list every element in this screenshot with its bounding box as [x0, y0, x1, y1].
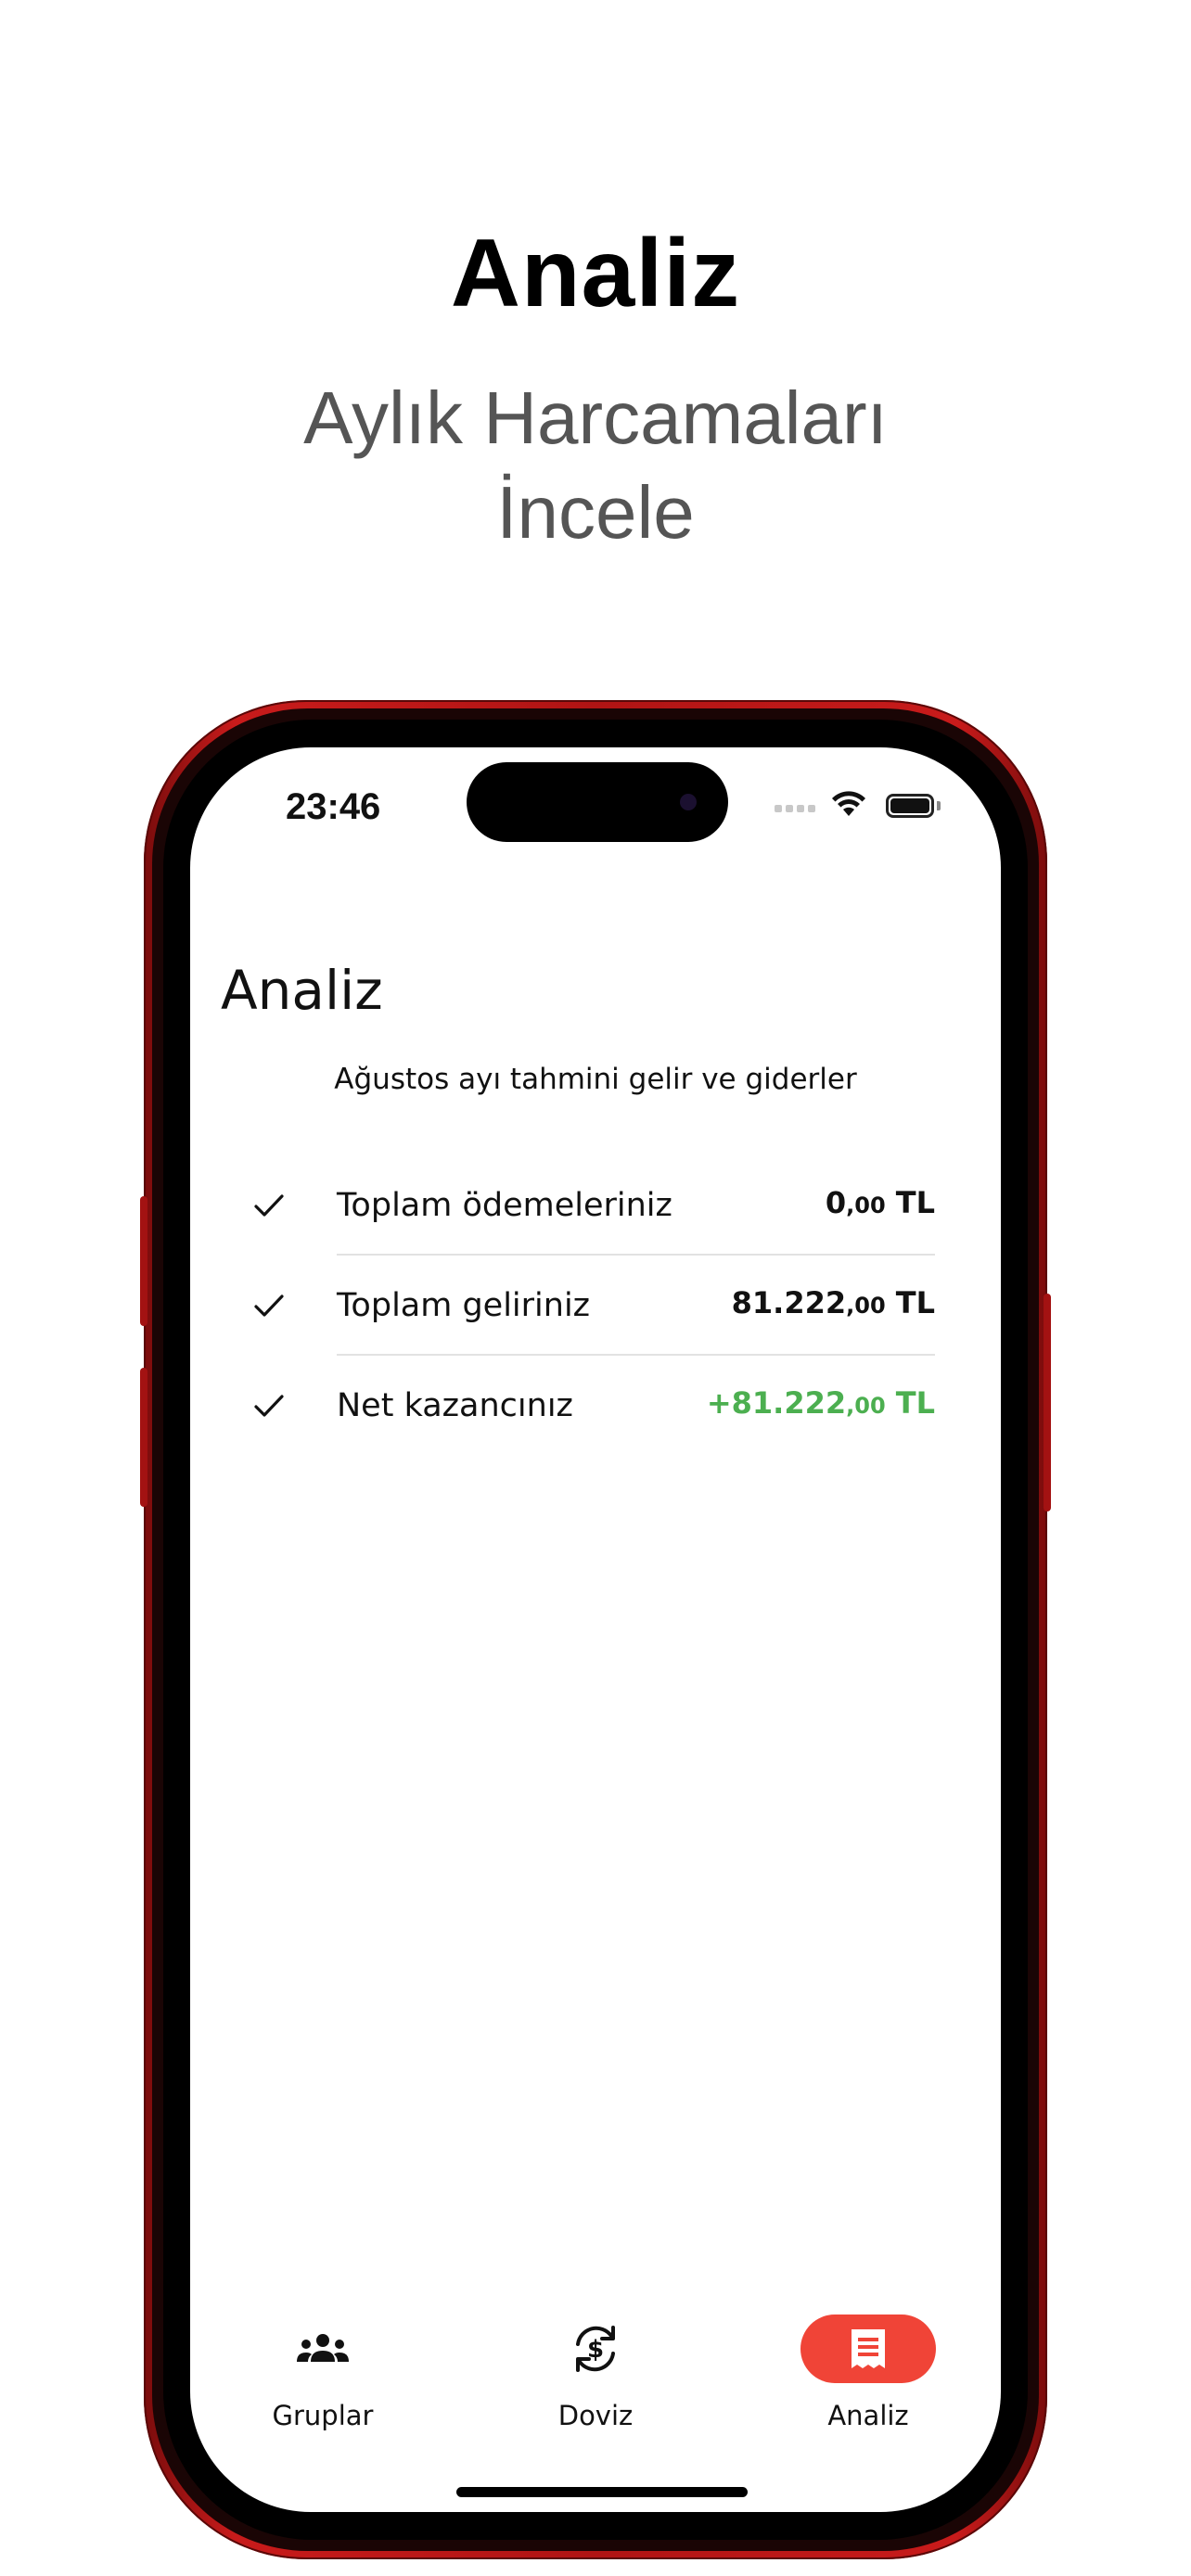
receipt-icon — [852, 2329, 885, 2368]
wifi-icon — [832, 791, 865, 816]
page-subtitle: Ağustos ayı tahmini gelir ve giderler — [334, 1063, 857, 1096]
row-amount: 0,00 TL — [825, 1185, 935, 1220]
hero-subtitle-line1: Aylık Harcamaları — [303, 376, 888, 459]
row-amount: 81.222,00 TL — [731, 1285, 935, 1320]
hero-subtitle-line2: İncele — [496, 471, 695, 554]
camera-icon — [680, 794, 697, 810]
tab-analiz[interactable]: Analiz — [775, 2315, 961, 2444]
hero-title: Analiz — [450, 220, 741, 327]
checkmark-icon — [254, 1395, 284, 1417]
phone-screen: 23:46 Analiz Ağustos ayı tahmini gelir v… — [190, 747, 1001, 2512]
tab-icon-container — [800, 2315, 936, 2383]
marketing-page: Analiz Aylık Harcamaları İncele 23:46 An… — [0, 0, 1191, 2576]
row-amount: +81.222,00 TL — [706, 1385, 935, 1421]
row-label: Net kazancınız — [337, 1387, 573, 1424]
hero-subtitle: Aylık Harcamaları İncele — [0, 371, 1191, 560]
battery-icon — [886, 794, 934, 818]
battery-tip — [937, 801, 941, 810]
page-title: Analiz — [221, 959, 383, 1022]
checkmark-icon — [254, 1294, 284, 1317]
tab-label: Gruplar — [272, 2400, 374, 2431]
row-label: Toplam geliriniz — [337, 1287, 591, 1324]
status-time: 23:46 — [286, 786, 381, 827]
tab-label: Doviz — [557, 2400, 634, 2431]
volume-button — [140, 1368, 147, 1507]
power-button — [1044, 1294, 1051, 1511]
cellular-signal-icon — [775, 805, 815, 812]
list-item: Toplam geliriniz 81.222,00 TL — [190, 1256, 1001, 1356]
tab-icon-container — [255, 2315, 391, 2383]
tab-doviz[interactable]: $ Doviz — [503, 2315, 688, 2444]
list-item: Toplam ödemeleriniz 0,00 TL — [190, 1155, 1001, 1256]
tab-icon-container: $ — [528, 2315, 663, 2383]
tab-gruplar[interactable]: Gruplar — [230, 2315, 416, 2444]
checkmark-icon — [254, 1194, 284, 1217]
action-button — [140, 1196, 147, 1326]
currency-exchange-icon: $ — [576, 2326, 615, 2372]
row-label: Toplam ödemeleriniz — [337, 1187, 672, 1224]
home-indicator[interactable] — [456, 2487, 748, 2497]
group-icon — [297, 2334, 349, 2362]
dynamic-island — [467, 762, 728, 842]
tab-label: Analiz — [827, 2400, 909, 2431]
list-item: Net kazancınız +81.222,00 TL — [190, 1356, 1001, 1456]
svg-text:$: $ — [587, 2336, 604, 2364]
